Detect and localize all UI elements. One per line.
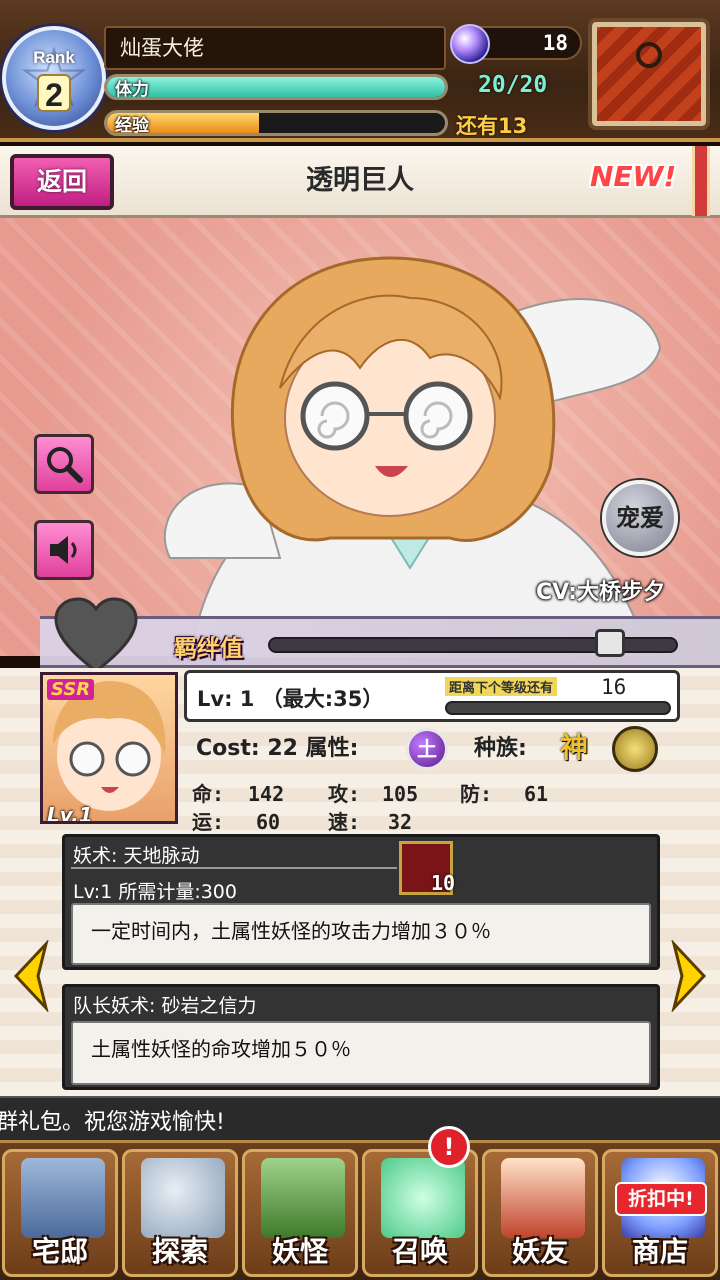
stamina-label: 体力: [115, 80, 149, 100]
nav-explore-label: 探索: [151, 1235, 208, 1268]
magnifier-icon: [47, 447, 83, 483]
fox-girl-icon: [501, 1158, 585, 1238]
stamina-bar: 体力: [104, 74, 448, 100]
earth-attribute-icon: 土: [406, 728, 448, 770]
spd-label: 速:: [328, 810, 361, 834]
next-level-value: 16: [601, 675, 627, 699]
divider: [71, 867, 397, 869]
spd-value: 32: [388, 810, 413, 834]
decorative-rail: [692, 146, 710, 216]
leader-skill-panel: 队长妖术: 砂岩之信力 土属性妖怪的命攻增加５０％: [62, 984, 660, 1090]
favorite-button[interactable]: 宠爱: [602, 480, 678, 556]
pentagram-icon: [381, 1158, 465, 1238]
crest-icon: [612, 726, 658, 772]
hp-label: 命:: [192, 782, 225, 806]
exp-bar: 经验: [104, 110, 448, 136]
race-label: 种族:: [474, 736, 527, 761]
skill-header: 妖术: 天地脉动: [73, 845, 200, 867]
lock-icon: [595, 629, 625, 657]
nav-mansion-label: 宅邸: [31, 1235, 88, 1268]
skill-panel: 妖术: 天地脉动 Lv:1 所需计量:300 10 一定时间内，土属性妖怪的攻击…: [62, 834, 660, 970]
nav-shop[interactable]: 折扣中! 商店: [602, 1149, 718, 1277]
nav-yokai-label: 妖怪: [271, 1235, 328, 1268]
ribbon-knot-icon: [636, 42, 662, 68]
scroll-icon: [261, 1158, 345, 1238]
new-badge: NEW!: [590, 160, 677, 193]
level-box: Lv: 1 （最大:35） 距离下个等级还有 16: [184, 670, 680, 722]
bond-bar: 羁绊值: [40, 597, 720, 673]
rank-value: 2: [37, 74, 71, 113]
stamina-value: 20/20: [478, 72, 548, 98]
nav-summon[interactable]: 召唤: [362, 1149, 478, 1277]
nav-friends-label: 妖友: [511, 1235, 568, 1268]
skill-level-cost: Lv:1 所需计量:300: [73, 881, 237, 903]
level-text: Lv: 1 （最大:35）: [197, 687, 384, 711]
leader-skill-description: 土属性妖怪的命攻增加５０％: [71, 1021, 651, 1085]
stamina-fill: [107, 77, 445, 97]
zoom-button[interactable]: [34, 434, 94, 494]
voice-button[interactable]: [34, 520, 94, 580]
bottom-nav: 宅邸 探索 妖怪 召唤 妖友 折扣中! 商店: [0, 1140, 720, 1280]
player-name: 灿蛋大佬: [104, 26, 446, 70]
sale-tag: 折扣中!: [615, 1182, 707, 1216]
magnifier-map-icon: [141, 1158, 225, 1238]
exp-remaining: 还有13: [456, 114, 528, 138]
heart-icon: [54, 597, 138, 673]
next-card-arrow[interactable]: [670, 940, 710, 1012]
summon-alert-badge: !: [428, 1126, 470, 1168]
race-value: 神: [560, 731, 589, 764]
rarity-badge: SSR: [47, 679, 95, 700]
next-level-label: 距离下个等级还有: [445, 677, 558, 696]
portrait-level: Lv.1: [47, 803, 93, 824]
info-panel: SSR Lv.1 Lv: 1 （最大:35） 距离下个等级还有 16 Cost:…: [0, 668, 720, 1096]
title-bar: 透明巨人 返回 NEW!: [0, 146, 720, 218]
nav-mansion[interactable]: 宅邸: [2, 1149, 118, 1277]
atk-label: 攻:: [328, 782, 361, 806]
nav-yokai[interactable]: 妖怪: [242, 1149, 358, 1277]
card-portrait: SSR Lv.1: [40, 672, 178, 824]
atk-value: 105: [382, 782, 419, 806]
mansion-icon: [21, 1158, 105, 1238]
rank-label: Rank: [33, 48, 75, 67]
crystal-orb-icon: [450, 24, 490, 64]
luck-value: 60: [256, 810, 281, 834]
luck-label: 运:: [192, 810, 225, 834]
speaker-icon: [50, 536, 77, 564]
ticker-text: 群礼包。祝您游戏愉快!: [0, 1110, 225, 1135]
leader-skill-header: 队长妖术: 砂岩之信力: [73, 995, 257, 1017]
nav-shop-label: 商店: [631, 1235, 688, 1268]
exp-label: 经验: [115, 116, 149, 136]
top-hud: ☆ Rank 2 灿蛋大佬 体力 20/20 经验 还有13 18: [0, 0, 720, 142]
skill-gauge-value: 10: [431, 871, 456, 895]
bond-label: 羁绊值: [174, 636, 243, 662]
cost-text: Cost: 22 属性:: [196, 736, 359, 761]
back-button[interactable]: 返回: [10, 154, 114, 210]
prev-card-arrow[interactable]: [10, 940, 50, 1012]
hp-value: 142: [248, 782, 285, 806]
news-ticker: 群礼包。祝您游戏愉快!: [0, 1096, 720, 1140]
voice-actor-credit: CV:大桥步夕: [536, 580, 665, 605]
def-value: 61: [524, 782, 549, 806]
gift-box-button[interactable]: [588, 18, 710, 130]
level-progress-bar: [445, 701, 671, 715]
def-label: 防:: [460, 782, 493, 806]
skill-description: 一定时间内，土属性妖怪的攻击力增加３０％: [71, 903, 651, 965]
rank-badge[interactable]: ☆ Rank 2: [2, 26, 106, 130]
nav-friends[interactable]: 妖友: [482, 1149, 598, 1277]
nav-summon-label: 召唤: [391, 1235, 448, 1268]
nav-explore[interactable]: 探索: [122, 1149, 238, 1277]
